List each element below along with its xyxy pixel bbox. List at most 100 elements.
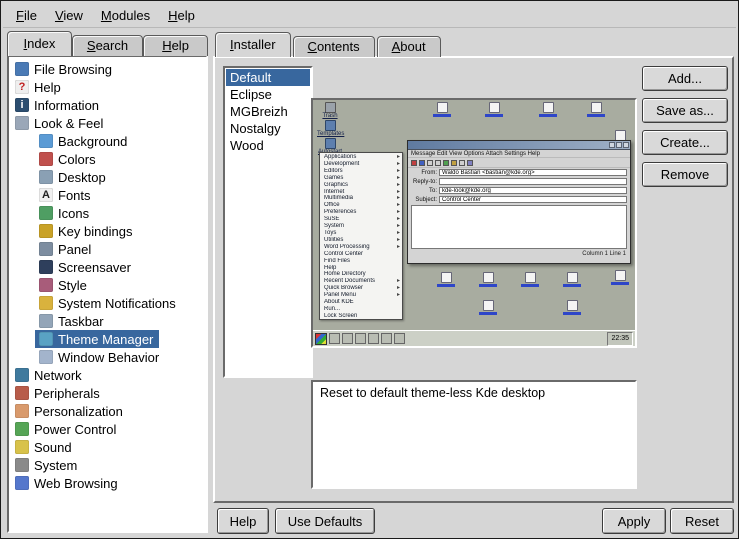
theme-list-item[interactable]: Default bbox=[226, 69, 310, 86]
create-button[interactable]: Create... bbox=[642, 130, 728, 155]
desktop-icon bbox=[475, 272, 501, 287]
module-tree: File Browsing ? Help i Information Look … bbox=[7, 55, 208, 533]
k-menu-item: Run... bbox=[324, 306, 400, 313]
left-tab-bar: Index Search Help bbox=[7, 31, 208, 56]
control-center-window: File View Modules Help Index Search Help… bbox=[0, 0, 739, 539]
mail-field: To: kde-look@kde.org bbox=[408, 186, 630, 195]
desktop-icon bbox=[433, 272, 459, 287]
menu-item[interactable]: View bbox=[46, 5, 92, 26]
tree-item[interactable]: Theme Manager bbox=[35, 330, 159, 348]
theme-list: Default Eclipse MGBreizh Nostalgy Wood bbox=[223, 66, 313, 378]
tree-item[interactable]: Taskbar bbox=[35, 312, 110, 330]
desktop-icon bbox=[559, 300, 585, 315]
tree-item[interactable]: ? Help bbox=[11, 78, 67, 96]
menu-item[interactable]: File bbox=[7, 5, 46, 26]
tree-item[interactable]: Icons bbox=[35, 204, 95, 222]
icons-icon bbox=[39, 206, 53, 220]
k-menu-item: Recent Documents bbox=[324, 278, 400, 285]
installer-panel: Default Eclipse MGBreizh Nostalgy Wood T… bbox=[213, 56, 734, 503]
theme-description: Reset to default theme-less Kde desktop bbox=[311, 380, 637, 489]
tree-item[interactable]: Style bbox=[35, 276, 93, 294]
mail-body bbox=[411, 205, 627, 249]
tree-item[interactable]: Web Browsing bbox=[11, 474, 124, 492]
k-menu-item: Control Center bbox=[324, 251, 400, 258]
theme-list-item[interactable]: MGBreizh bbox=[226, 103, 310, 120]
k-menu-item: Home Directory bbox=[324, 271, 400, 278]
menu-item[interactable]: Modules bbox=[92, 5, 159, 26]
trash-icon: Trash bbox=[317, 102, 343, 120]
peripherals-icon bbox=[15, 386, 29, 400]
tree-item[interactable]: Window Behavior bbox=[35, 348, 165, 366]
theme-list-item[interactable]: Wood bbox=[226, 137, 310, 154]
k-menu-item: Preferences bbox=[324, 209, 400, 216]
mail-toolbar bbox=[408, 158, 630, 168]
tab[interactable]: About bbox=[377, 36, 441, 57]
tree-item[interactable]: System bbox=[11, 456, 83, 474]
k-menu-item: Find Files bbox=[324, 258, 400, 265]
mail-status-bar: Column 1 Line 1 bbox=[408, 250, 630, 258]
theme-preview-image: Trash Templates Autostart bbox=[311, 98, 637, 348]
desktop-icon bbox=[535, 102, 561, 117]
k-menu-item: Lock Screen bbox=[324, 313, 400, 320]
tree-item[interactable]: Background bbox=[35, 132, 133, 150]
colors-icon bbox=[39, 152, 53, 166]
desktop-icon bbox=[583, 102, 609, 117]
tree-item[interactable]: Screensaver bbox=[35, 258, 137, 276]
tab[interactable]: Contents bbox=[293, 36, 375, 57]
help-button[interactable]: Help bbox=[217, 508, 269, 534]
mail-fields: From: Waldo Bastian <bastian@kde.org> Re… bbox=[408, 168, 630, 204]
k-menu-item: Development bbox=[324, 161, 400, 168]
reset-button[interactable]: Reset bbox=[670, 508, 734, 534]
remove-button[interactable]: Remove bbox=[642, 162, 728, 187]
k-menu-item: SuSE bbox=[324, 216, 400, 223]
k-menu: Applications Development Editors Games G… bbox=[319, 152, 403, 320]
tab[interactable]: Search bbox=[72, 35, 143, 56]
k-menu-item: Toys bbox=[324, 230, 400, 237]
k-menu-item: Word Processing bbox=[324, 244, 400, 251]
apply-button[interactable]: Apply bbox=[602, 508, 666, 534]
k-menu-item: Utilities bbox=[324, 237, 400, 244]
window-behavior-icon bbox=[39, 350, 53, 364]
tab[interactable]: Help bbox=[143, 35, 208, 56]
templates-folder-icon: Templates bbox=[317, 120, 343, 138]
save-as-button[interactable]: Save as... bbox=[642, 98, 728, 123]
tree-item[interactable]: i Information bbox=[11, 96, 105, 114]
tree-item[interactable]: Key bindings bbox=[35, 222, 138, 240]
tree-item[interactable]: System Notifications bbox=[35, 294, 182, 312]
tab[interactable]: Index bbox=[7, 31, 72, 56]
tree-item[interactable]: File Browsing bbox=[11, 60, 118, 78]
personalization-icon bbox=[15, 404, 29, 418]
tree-item[interactable]: Personalization bbox=[11, 402, 129, 420]
tree-item[interactable]: Power Control bbox=[11, 420, 122, 438]
mail-field: Reply-to: bbox=[408, 177, 630, 186]
theme-list-item[interactable]: Nostalgy bbox=[226, 120, 310, 137]
theme-list-item[interactable]: Eclipse bbox=[226, 86, 310, 103]
k-menu-item: Office bbox=[324, 202, 400, 209]
k-menu-item: Help bbox=[324, 265, 400, 272]
k-menu-item: Internet bbox=[324, 189, 400, 196]
preview-clock: 22:35 bbox=[607, 332, 633, 346]
power-control-icon bbox=[15, 422, 29, 436]
tree-item[interactable]: Look & Feel bbox=[11, 114, 109, 132]
tree-item[interactable]: A Fonts bbox=[35, 186, 97, 204]
desktop-icon bbox=[481, 102, 507, 117]
tree-item[interactable]: Colors bbox=[35, 150, 102, 168]
add-button[interactable]: Add... bbox=[642, 66, 728, 91]
tab[interactable]: Installer bbox=[215, 32, 291, 57]
k-menu-item: About KDE bbox=[324, 299, 400, 306]
use-defaults-button[interactable]: Use Defaults bbox=[275, 508, 375, 534]
k-menu-item: Graphics bbox=[324, 182, 400, 189]
panel-icon bbox=[39, 242, 53, 256]
tree-item[interactable]: Peripherals bbox=[11, 384, 106, 402]
tree-item[interactable]: Sound bbox=[11, 438, 78, 456]
right-tab-bar: Installer Contents About bbox=[215, 32, 443, 57]
tree-item[interactable]: Network bbox=[11, 366, 88, 384]
tree-item[interactable]: Panel bbox=[35, 240, 97, 258]
menu-item[interactable]: Help bbox=[159, 5, 204, 26]
mail-title-bar bbox=[408, 141, 630, 150]
system-icon bbox=[15, 458, 29, 472]
tree-item[interactable]: Desktop bbox=[35, 168, 112, 186]
desktop-icon bbox=[475, 300, 501, 315]
key-bindings-icon bbox=[39, 224, 53, 238]
mail-composer-window: Message Edit View Options Attach Setting… bbox=[407, 140, 631, 264]
